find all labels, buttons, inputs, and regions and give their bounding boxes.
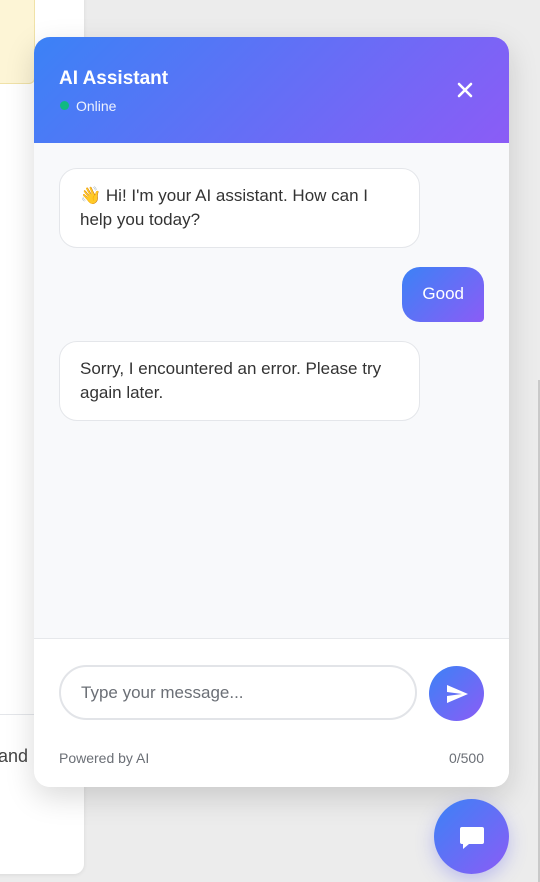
chat-title: AI Assistant: [59, 68, 169, 89]
chat-launcher-button[interactable]: [434, 799, 509, 874]
close-icon: [457, 82, 473, 98]
background-text: and: [0, 746, 29, 766]
chat-icon: [459, 826, 484, 849]
message-list[interactable]: 👋 Hi! I'm your AI assistant. How can I h…: [34, 143, 509, 638]
status-text: Online: [76, 98, 117, 114]
char-counter: 0/500: [448, 750, 484, 766]
powered-by-label: Powered by AI: [59, 750, 150, 766]
send-button[interactable]: [429, 666, 484, 721]
send-icon: [446, 684, 468, 703]
background-notice: [0, 0, 35, 84]
bot-message: 👋 Hi! I'm your AI assistant. How can I h…: [59, 168, 420, 248]
input-area: Powered by AI 0/500: [34, 638, 509, 787]
status-dot: [60, 101, 69, 110]
message-input[interactable]: [59, 665, 417, 720]
chat-header: AI Assistant Online: [34, 37, 509, 143]
chat-window: AI Assistant Online 👋 Hi! I'm your AI as…: [34, 37, 509, 787]
user-message: Good: [402, 267, 484, 322]
bot-message: Sorry, I encountered an error. Please tr…: [59, 341, 420, 421]
close-button[interactable]: [448, 73, 482, 107]
